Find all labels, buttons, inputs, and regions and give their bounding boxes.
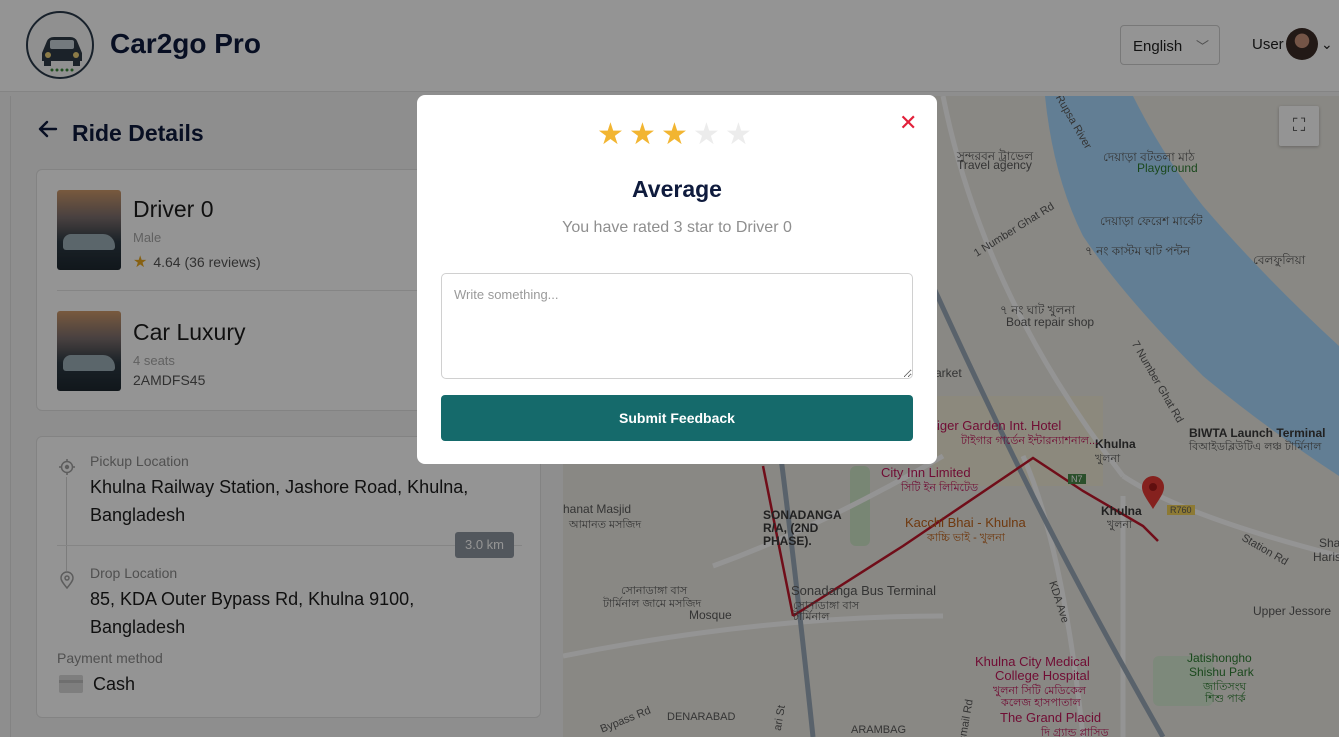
close-icon[interactable]: ✕ [899,112,917,134]
feedback-textarea[interactable] [441,273,913,379]
submit-feedback-button[interactable]: Submit Feedback [441,395,913,441]
star-icon[interactable]: ★ [725,118,752,152]
rating-title: Average [632,176,722,202]
rating-modal: ✕ ★ ★ ★ ★ ★ Average You have rated 3 sta… [417,95,937,464]
star-rating[interactable]: ★ ★ ★ ★ ★ [597,118,762,152]
star-icon[interactable]: ★ [693,118,720,152]
star-icon[interactable]: ★ [629,118,656,152]
star-icon[interactable]: ★ [597,118,624,152]
rating-subtitle: You have rated 3 star to Driver 0 [562,219,792,236]
star-icon[interactable]: ★ [661,118,688,152]
